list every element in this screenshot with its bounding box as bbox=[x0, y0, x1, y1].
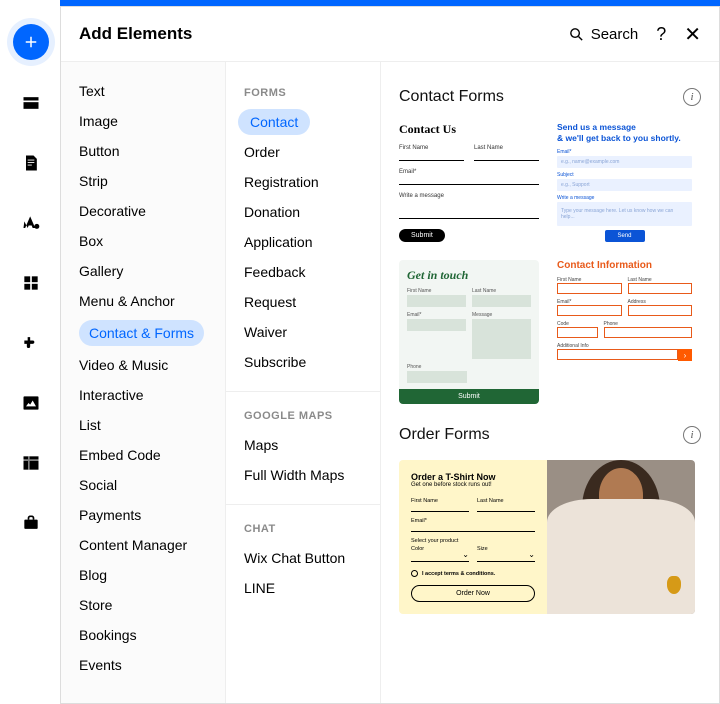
template-gallery: Contact Forms i Contact Us First Name La… bbox=[381, 62, 719, 703]
category-item[interactable]: Blog bbox=[61, 560, 225, 590]
category-item[interactable]: Strip bbox=[61, 166, 225, 196]
category-item[interactable]: Content Manager bbox=[61, 530, 225, 560]
category-item[interactable]: Gallery bbox=[61, 256, 225, 286]
category-list: TextImageButtonStripDecorativeBoxGallery… bbox=[61, 62, 226, 703]
category-item[interactable]: Image bbox=[61, 106, 225, 136]
subcategory-item[interactable]: Request bbox=[226, 287, 380, 317]
category-item[interactable]: Menu & Anchor bbox=[61, 286, 225, 316]
subcategory-item[interactable]: Registration bbox=[226, 167, 380, 197]
subcategory-item[interactable]: Order bbox=[226, 137, 380, 167]
design-icon[interactable] bbox=[14, 206, 48, 240]
subcategory-item[interactable]: Subscribe bbox=[226, 347, 380, 377]
pages-icon[interactable] bbox=[14, 146, 48, 180]
subcategory-item[interactable]: Feedback bbox=[226, 257, 380, 287]
subcategory-item[interactable]: Application bbox=[226, 227, 380, 257]
form-template-send-message[interactable]: Send us a message& we'll get back to you… bbox=[557, 122, 692, 242]
close-button[interactable]: ✕ bbox=[684, 22, 701, 47]
category-item[interactable]: Social bbox=[61, 470, 225, 500]
sections-icon[interactable] bbox=[14, 86, 48, 120]
subcategory-item[interactable]: Full Width Maps bbox=[226, 460, 380, 490]
content-manager-icon[interactable] bbox=[14, 446, 48, 480]
category-item[interactable]: Contact & Forms bbox=[79, 320, 204, 346]
add-elements-panel: Add Elements Search ? ✕ TextImageButtonS… bbox=[60, 6, 720, 704]
info-icon[interactable]: i bbox=[683, 88, 701, 106]
search-icon bbox=[568, 26, 585, 43]
subcategory-item[interactable]: LINE bbox=[226, 573, 380, 603]
category-item[interactable]: Text bbox=[61, 76, 225, 106]
info-icon[interactable]: i bbox=[683, 426, 701, 444]
subcategory-list: FORMSContactOrderRegistrationDonationApp… bbox=[226, 62, 381, 703]
subcategory-item[interactable]: Donation bbox=[226, 197, 380, 227]
category-item[interactable]: Decorative bbox=[61, 196, 225, 226]
media-icon[interactable] bbox=[14, 386, 48, 420]
plugins-icon[interactable] bbox=[14, 326, 48, 360]
left-rail bbox=[0, 0, 60, 704]
subgroup-heading: GOOGLE MAPS bbox=[226, 391, 380, 430]
form-template-get-in-touch[interactable]: Get in touch First Name Last Name Email*… bbox=[399, 260, 539, 404]
apps-icon[interactable] bbox=[14, 266, 48, 300]
product-image bbox=[547, 460, 695, 614]
subcategory-item[interactable]: Waiver bbox=[226, 317, 380, 347]
form-template-contact-information[interactable]: Contact Information First Name Last Name… bbox=[557, 260, 692, 404]
category-item[interactable]: Box bbox=[61, 226, 225, 256]
category-item[interactable]: Button bbox=[61, 136, 225, 166]
category-item[interactable]: Store bbox=[61, 590, 225, 620]
category-item[interactable]: Events bbox=[61, 650, 225, 680]
category-item[interactable]: List bbox=[61, 410, 225, 440]
subgroup-heading: CHAT bbox=[226, 504, 380, 543]
category-item[interactable]: Embed Code bbox=[61, 440, 225, 470]
category-item[interactable]: Bookings bbox=[61, 620, 225, 650]
subcategory-item[interactable]: Wix Chat Button bbox=[226, 543, 380, 573]
add-elements-button[interactable] bbox=[13, 24, 49, 60]
search-button[interactable]: Search bbox=[568, 26, 639, 43]
section-title: Contact Forms bbox=[399, 88, 504, 106]
section-title: Order Forms bbox=[399, 426, 490, 444]
panel-title: Add Elements bbox=[79, 24, 568, 44]
category-item[interactable]: Interactive bbox=[61, 380, 225, 410]
form-template-order-tshirt[interactable]: Order a T-Shirt Now Get one before stock… bbox=[399, 460, 695, 614]
category-item[interactable]: Video & Music bbox=[61, 350, 225, 380]
subcategory-item[interactable]: Maps bbox=[226, 430, 380, 460]
form-template-contact-us[interactable]: Contact Us First Name Last Name Email* W… bbox=[399, 122, 539, 242]
business-icon[interactable] bbox=[14, 506, 48, 540]
subgroup-heading: FORMS bbox=[226, 80, 380, 107]
help-button[interactable]: ? bbox=[656, 25, 666, 43]
subcategory-item[interactable]: Contact bbox=[238, 109, 310, 135]
category-item[interactable]: Payments bbox=[61, 500, 225, 530]
